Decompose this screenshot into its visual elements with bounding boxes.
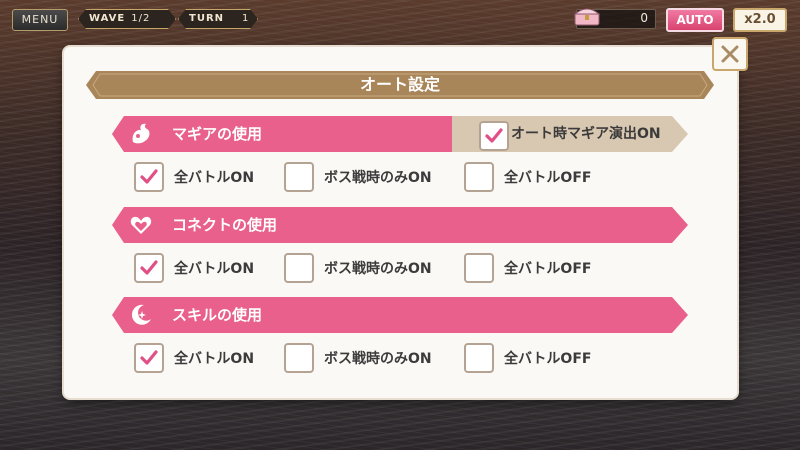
option-label: ボス戦時のみON: [324, 170, 432, 186]
wave-label: WAVE: [89, 13, 126, 24]
option-label: ボス戦時のみON: [324, 261, 432, 277]
section-connect-header: コネクトの使用: [112, 207, 688, 243]
treasure-chest-icon: [572, 4, 602, 28]
magia-effect-checkbox[interactable]: [479, 121, 509, 151]
drop-count: 0: [640, 11, 648, 25]
wave-indicator: WAVE 1/2: [78, 9, 176, 29]
checkbox[interactable]: [284, 253, 314, 283]
option-label: ボス戦時のみON: [324, 351, 432, 367]
section-skill-header: スキルの使用: [112, 297, 688, 333]
menu-button[interactable]: MENU: [12, 9, 68, 31]
section-magia-header: マギアの使用 オート時マギア演出ON: [112, 116, 688, 152]
section-magia-label: マギアの使用: [172, 125, 263, 143]
speed-button[interactable]: x2.0: [733, 8, 787, 32]
checkbox[interactable]: [284, 343, 314, 373]
checkbox[interactable]: [464, 253, 494, 283]
connect-options-row: 全バトルON ボス戦時のみON 全バトルOFF: [134, 253, 674, 285]
option-label: 全バトルOFF: [504, 351, 592, 367]
turn-value: 1: [242, 13, 250, 24]
skill-moon-icon: [128, 302, 154, 328]
option-label: 全バトルOFF: [504, 261, 592, 277]
checkbox[interactable]: [134, 253, 164, 283]
close-button[interactable]: [712, 37, 748, 71]
option-label: 全バトルON: [174, 261, 255, 277]
section-connect-label: コネクトの使用: [172, 216, 278, 234]
skill-options-row: 全バトルON ボス戦時のみON 全バトルOFF: [134, 343, 674, 375]
checkbox[interactable]: [284, 162, 314, 192]
checkmark-icon: [485, 128, 503, 143]
checkmark-icon: [140, 350, 158, 365]
auto-button[interactable]: AUTO: [666, 8, 724, 32]
wave-value: 1/2: [131, 13, 151, 24]
checkbox[interactable]: [134, 343, 164, 373]
option-label: 全バトルON: [174, 351, 255, 367]
magia-options-row: 全バトルON ボス戦時のみON 全バトルOFF: [134, 162, 674, 194]
checkbox[interactable]: [464, 162, 494, 192]
section-skill-label: スキルの使用: [172, 306, 263, 324]
dialog-title: オート設定: [359, 75, 440, 94]
connect-heart-icon: [128, 212, 154, 238]
option-label: 全バトルOFF: [504, 170, 592, 186]
option-label: 全バトルON: [174, 170, 255, 186]
checkbox[interactable]: [134, 162, 164, 192]
checkmark-icon: [140, 260, 158, 275]
checkbox[interactable]: [464, 343, 494, 373]
turn-label: TURN: [189, 13, 225, 24]
magia-effect-label: オート時マギア演出ON: [511, 126, 661, 142]
magia-icon: [128, 121, 154, 147]
turn-indicator: TURN 1: [178, 9, 258, 29]
magia-effect-option[interactable]: オート時マギア演出ON: [465, 116, 688, 152]
close-icon: [721, 45, 739, 63]
checkmark-icon: [140, 169, 158, 184]
